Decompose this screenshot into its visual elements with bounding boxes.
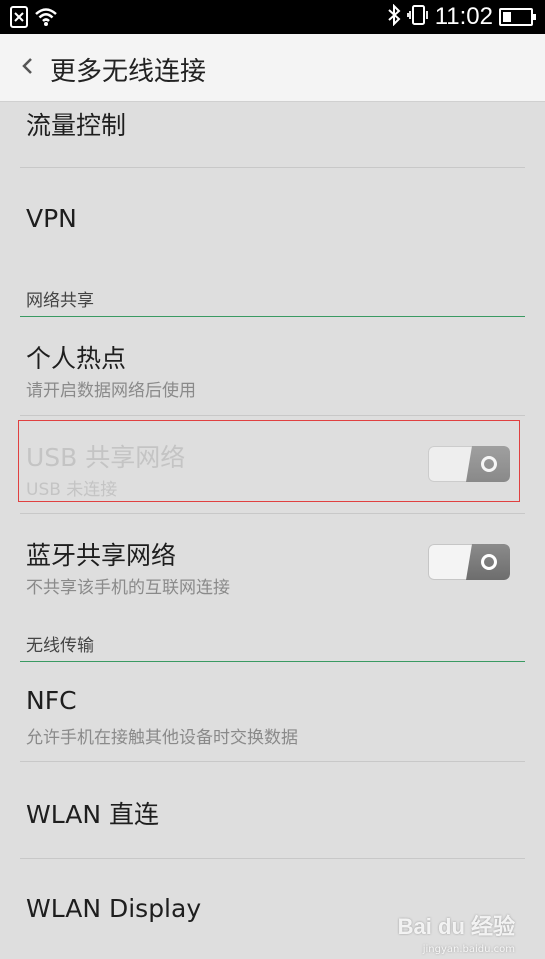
section-header-network-sharing: 网络共享: [26, 291, 94, 311]
list-item-title: WLAN Display: [26, 894, 202, 923]
title-bar: 更多无线连接: [0, 34, 545, 102]
back-button[interactable]: [14, 54, 40, 82]
status-time: 11:02: [434, 3, 493, 30]
watermark-url: jingyan.baidu.com: [422, 944, 515, 955]
list-item-title: WLAN 直连: [26, 800, 159, 829]
list-item-traffic-control[interactable]: 流量控制: [0, 102, 545, 168]
highlight-annotation: [18, 420, 520, 502]
list-item-title: NFC: [26, 686, 77, 715]
list-item-wlan-direct[interactable]: WLAN 直连: [0, 762, 545, 858]
chevron-left-icon: [20, 56, 34, 80]
toggle-ring-icon: [481, 554, 497, 570]
battery-icon: [499, 8, 536, 26]
list-item-subtitle: 请开启数据网络后使用: [26, 381, 196, 401]
watermark-logo: Bai du 经验: [397, 914, 515, 939]
vibrate-icon: [406, 4, 429, 30]
list-item-subtitle: 允许手机在接触其他设备时交换数据: [26, 728, 298, 748]
wifi-icon: [34, 7, 58, 31]
list-item-title: 蓝牙共享网络: [26, 541, 177, 570]
bluetooth-icon: [387, 3, 401, 30]
sim-card-icon: [10, 6, 28, 32]
list-item-bluetooth-tethering[interactable]: 蓝牙共享网络 不共享该手机的互联网连接: [0, 514, 545, 612]
list-item-subtitle: 不共享该手机的互联网连接: [26, 578, 230, 598]
status-bar: 11:02: [0, 0, 545, 34]
bluetooth-tethering-toggle[interactable]: [428, 544, 510, 580]
list-item-hotspot[interactable]: 个人热点 请开启数据网络后使用: [0, 317, 545, 415]
list-item-title: 流量控制: [26, 111, 127, 140]
settings-list[interactable]: 流量控制 VPN 网络共享 个人热点 请开启数据网络后使用 USB 共享网络 U…: [0, 102, 545, 959]
list-item-vpn[interactable]: VPN: [0, 168, 545, 272]
list-item-title: VPN: [26, 204, 77, 233]
section-header-wireless-transfer: 无线传输: [26, 636, 94, 656]
list-item-title: 个人热点: [26, 344, 127, 373]
page-title: 更多无线连接: [50, 57, 207, 87]
list-item-nfc[interactable]: NFC 允许手机在接触其他设备时交换数据: [0, 662, 545, 761]
